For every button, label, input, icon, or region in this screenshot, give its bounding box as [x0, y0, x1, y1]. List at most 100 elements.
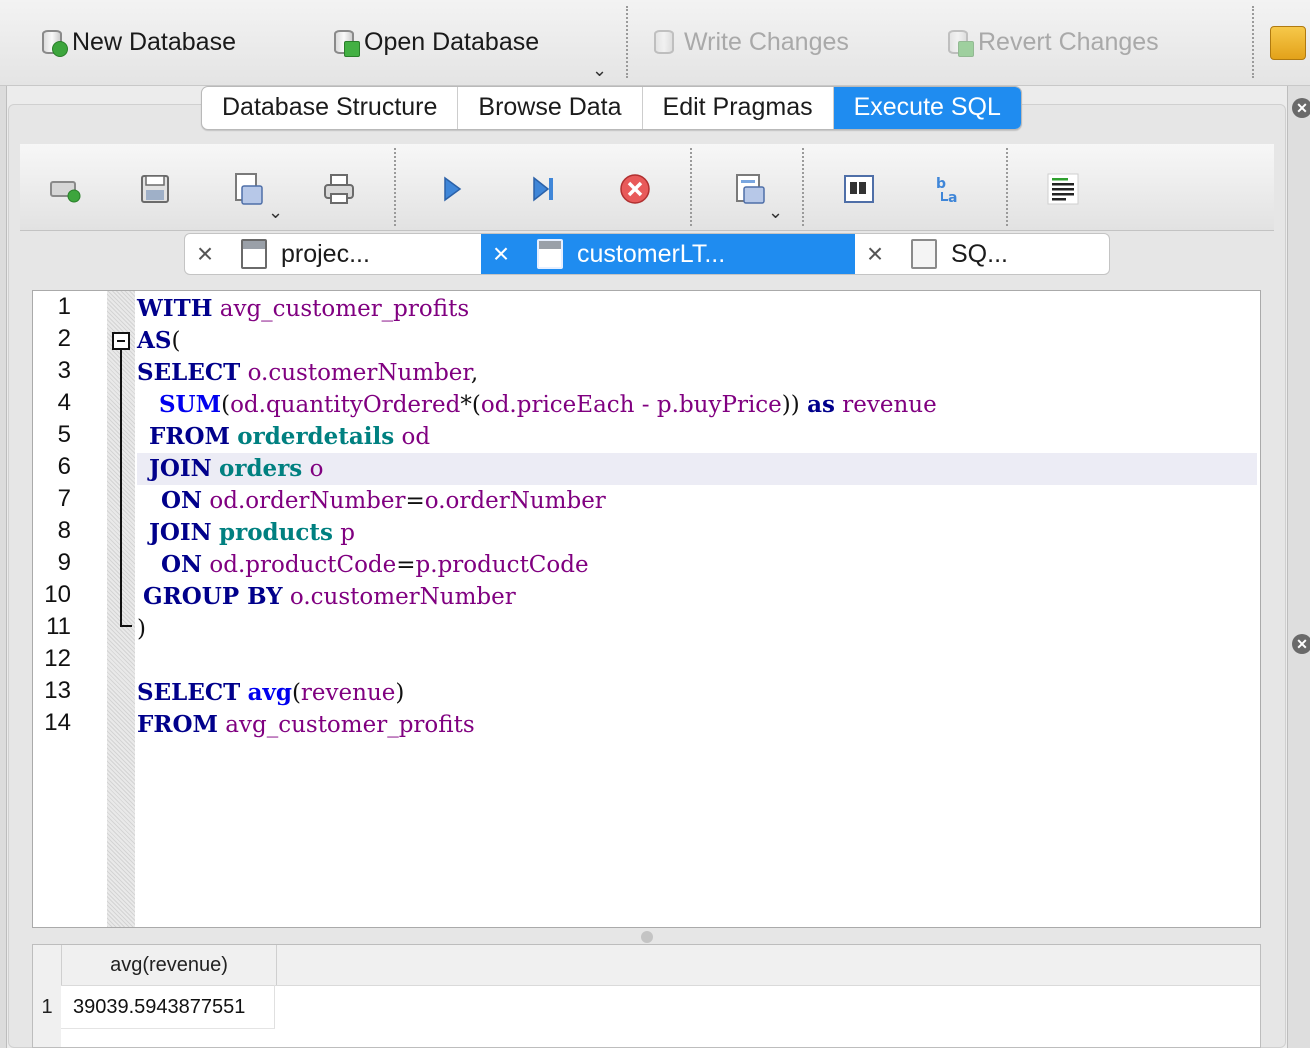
punctuation: (: [221, 392, 231, 418]
main-tab-bar: Database Structure Browse Data Edit Prag…: [201, 86, 1022, 130]
keyword: FROM: [149, 423, 230, 450]
save-results-dropdown-chevron-icon[interactable]: ⌄: [768, 202, 783, 223]
operator: =: [405, 488, 425, 514]
find-text-icon[interactable]: [842, 172, 876, 206]
code-line-8: JOIN products p: [149, 517, 355, 549]
code-line-6: JOIN orders o: [149, 453, 323, 485]
keyword: SELECT: [137, 359, 241, 386]
sql-editor[interactable]: 1 2 3 4 5 6 7 8 9 10 11 12 13 14 WITH av…: [32, 290, 1261, 928]
find-replace-icon[interactable]: b a: [934, 172, 968, 206]
keyword: WITH: [137, 295, 213, 322]
line-number: 12: [44, 645, 71, 672]
code-line-9: ON od.productCode=p.productCode: [161, 549, 589, 581]
save-sql-file-icon[interactable]: [230, 172, 264, 206]
table-name: orders: [219, 455, 303, 482]
row-number[interactable]: 1: [33, 985, 61, 1047]
line-number-gutter: 1 2 3 4 5 6 7 8 9 10 11 12 13 14: [33, 291, 107, 927]
identifier: o.customerNumber: [289, 584, 516, 610]
sql-file-icon: [241, 239, 267, 269]
column-header[interactable]: avg(revenue): [61, 945, 277, 985]
fold-collapse-icon[interactable]: [112, 332, 130, 350]
save-dropdown-chevron-icon[interactable]: ⌄: [268, 202, 283, 223]
tab-execute-sql[interactable]: Execute SQL: [833, 87, 1021, 129]
open-sql-file-icon[interactable]: [138, 172, 172, 206]
print-icon[interactable]: [322, 172, 356, 206]
open-database-label: Open Database: [364, 27, 540, 56]
function: avg: [247, 679, 292, 706]
identifier: p.buyPrice: [656, 392, 782, 418]
new-database-button[interactable]: New Database: [38, 22, 236, 62]
tab-edit-pragmas[interactable]: Edit Pragmas: [643, 87, 834, 129]
code-line-3: SELECT o.customerNumber,: [137, 357, 478, 389]
line-number: 11: [46, 613, 71, 640]
fold-guide-line: [120, 350, 122, 626]
write-changes-icon: [650, 27, 680, 57]
toolbar-separator: [1252, 6, 1254, 78]
results-grid[interactable]: avg(revenue) 1 39039.5943877551: [32, 944, 1261, 1048]
code-line-10: GROUP BY o.customerNumber: [143, 581, 516, 613]
punctuation: *(: [460, 392, 481, 418]
identifier: o.orderNumber: [424, 488, 606, 514]
save-results-icon[interactable]: [732, 172, 766, 206]
keyword: FROM: [137, 711, 218, 738]
line-number: 7: [57, 485, 71, 512]
execute-current-line-icon[interactable]: [526, 172, 560, 206]
line-number: 2: [57, 325, 71, 352]
splitter-handle[interactable]: [641, 931, 653, 943]
open-database-dropdown-chevron-icon[interactable]: ⌄: [592, 60, 607, 81]
result-cell[interactable]: 39039.5943877551: [61, 985, 275, 1029]
left-edge: [0, 86, 7, 1048]
svg-text:b: b: [936, 176, 946, 192]
toolbar-separator: [626, 6, 628, 78]
sql-tab-bar: × projec... × customerLT... × SQ...: [184, 233, 1110, 275]
tab-database-structure[interactable]: Database Structure: [202, 87, 459, 129]
line-number: 14: [44, 709, 71, 736]
identifier: od.quantityOrdered: [230, 392, 461, 418]
close-tab-icon[interactable]: ×: [855, 238, 895, 270]
close-dock-icon[interactable]: ✕: [1292, 634, 1310, 654]
close-dock-icon[interactable]: ✕: [1292, 98, 1310, 118]
line-number: 13: [44, 677, 71, 704]
punctuation: (: [171, 328, 181, 354]
identifier: od.priceEach: [480, 392, 635, 418]
open-database-button[interactable]: Open Database: [330, 22, 539, 62]
revert-changes-button[interactable]: Revert Changes: [944, 22, 1159, 62]
sql-tab[interactable]: × projec...: [185, 234, 481, 274]
execute-all-icon[interactable]: [434, 172, 468, 206]
line-number: 9: [57, 549, 71, 576]
code-line-4: SUM(od.quantityOrdered*(od.priceEach - p…: [137, 389, 937, 421]
sql-tab-label: customerLT...: [577, 239, 726, 268]
function: SUM: [158, 391, 222, 418]
comment-lines-icon[interactable]: [1046, 172, 1080, 206]
sql-tab-label: projec...: [281, 239, 370, 268]
table-name: products: [219, 519, 333, 546]
identifier: avg_customer_profits: [219, 296, 470, 322]
close-tab-icon[interactable]: ×: [481, 238, 521, 270]
line-number: 3: [57, 357, 71, 384]
punctuation: ): [137, 616, 146, 642]
open-project-icon[interactable]: [1270, 26, 1306, 60]
main-toolbar: New Database Open Database ⌄ Write Chang…: [0, 0, 1310, 86]
sql-tab[interactable]: × SQ...: [855, 234, 1109, 274]
keyword: JOIN: [149, 455, 212, 482]
code-line-11: ): [137, 613, 146, 645]
sql-toolbar: ⌄ ⌄ b a: [20, 144, 1274, 231]
keyword: GROUP BY: [143, 583, 283, 610]
sql-tab-label: SQ...: [951, 239, 1008, 268]
write-changes-button[interactable]: Write Changes: [650, 22, 849, 62]
close-tab-icon[interactable]: ×: [185, 238, 225, 270]
code-line-14: FROM avg_customer_profits: [137, 709, 475, 741]
revert-changes-icon: [944, 27, 974, 57]
sql-tab-active[interactable]: × customerLT...: [481, 234, 855, 274]
line-number: 1: [57, 293, 71, 320]
tab-browse-data[interactable]: Browse Data: [458, 87, 643, 129]
svg-text:a: a: [948, 190, 957, 206]
toolbar-separator: [690, 148, 692, 226]
stop-execution-icon[interactable]: [618, 172, 652, 206]
code-line-5: FROM orderdetails od: [149, 421, 430, 453]
table-name: orderdetails: [237, 423, 395, 450]
line-number: 4: [57, 389, 71, 416]
open-tab-icon[interactable]: [48, 172, 82, 206]
new-database-label: New Database: [72, 27, 236, 56]
right-dock-strip: ✕ ✕: [1287, 86, 1310, 1048]
